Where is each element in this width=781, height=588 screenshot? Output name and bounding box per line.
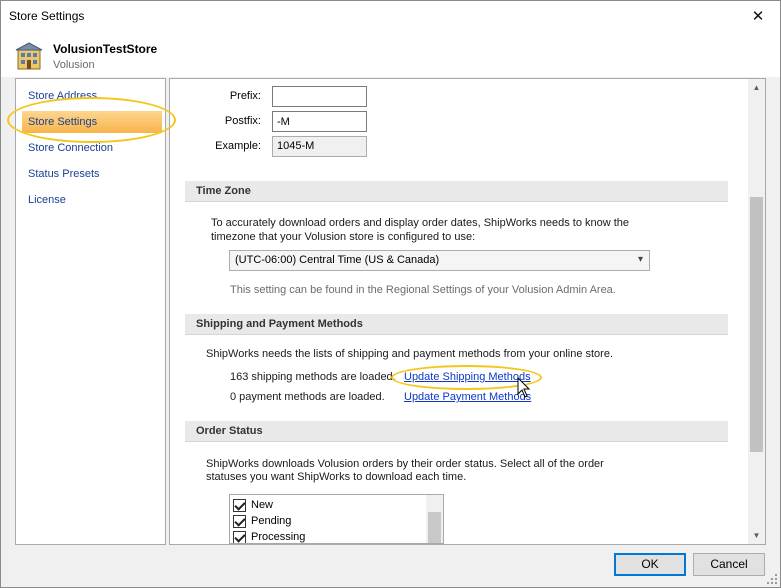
scroll-down-icon[interactable]: ▼ — [748, 527, 765, 544]
window-title: Store Settings — [9, 9, 85, 23]
store-header: VolusionTestStore Volusion — [1, 31, 780, 77]
chevron-down-icon: ▾ — [637, 254, 643, 265]
list-item[interactable]: New — [233, 497, 273, 513]
cancel-button[interactable]: Cancel — [693, 553, 765, 576]
sidebar-item-store-address[interactable]: Store Address — [22, 85, 162, 107]
store-building-icon — [15, 42, 43, 70]
close-button[interactable]: ✕ — [736, 1, 780, 31]
payment-methods-status: 0 payment methods are loaded. — [230, 391, 385, 403]
prefix-input[interactable] — [272, 86, 367, 107]
status-label: Processing — [251, 531, 306, 543]
shipping-payment-description: ShipWorks needs the lists of shipping an… — [206, 348, 614, 360]
sidebar-item-store-connection[interactable]: Store Connection — [22, 137, 162, 159]
postfix-input[interactable] — [272, 111, 367, 132]
sidebar-item-store-settings[interactable]: Store Settings — [22, 111, 162, 133]
store-platform: Volusion — [53, 59, 95, 71]
time-zone-hint: This setting can be found in the Regiona… — [230, 284, 616, 296]
order-status-header: Order Status — [185, 421, 728, 442]
status-label: New — [251, 499, 274, 511]
status-checkbox[interactable] — [233, 498, 246, 512]
status-label: Pending — [251, 515, 292, 527]
list-item[interactable]: Processing — [233, 529, 306, 543]
mouse-cursor-icon — [517, 377, 531, 398]
settings-sidebar: Store Address Store Settings Store Conne… — [15, 78, 166, 545]
close-icon: ✕ — [751, 8, 765, 25]
time-zone-description-line2: timezone that your Volusion store is con… — [211, 231, 476, 243]
prefix-label: Prefix: — [229, 90, 261, 102]
status-list-scrollbar[interactable] — [426, 495, 443, 543]
time-zone-description-line1: To accurately download orders and displa… — [211, 217, 630, 229]
status-checkbox[interactable] — [233, 514, 246, 528]
status-checkbox[interactable] — [233, 530, 246, 543]
order-status-description-line1: ShipWorks downloads Volusion orders by t… — [206, 458, 604, 470]
list-item[interactable]: Pending — [233, 513, 291, 529]
example-value: 1045-M — [272, 136, 367, 157]
example-label: Example: — [215, 140, 261, 152]
time-zone-select[interactable]: (UTC-06:00) Central Time (US & Canada) ▾ — [229, 250, 650, 271]
shipping-payment-header: Shipping and Payment Methods — [185, 314, 728, 335]
sidebar-item-license[interactable]: License — [22, 189, 162, 211]
content-scroll-thumb[interactable] — [750, 197, 763, 452]
status-list-scroll-thumb[interactable] — [428, 512, 441, 543]
update-payment-methods-link[interactable]: Update Payment Methods — [404, 391, 531, 403]
title-bar: Store Settings ✕ — [1, 1, 780, 31]
postfix-label: Postfix: — [224, 115, 261, 127]
order-status-description-line2: statuses you want ShipWorks to download … — [206, 471, 467, 483]
ok-button[interactable]: OK — [614, 553, 686, 576]
store-name: VolusionTestStore — [53, 42, 158, 56]
time-zone-selected-value: (UTC-06:00) Central Time (US & Canada) — [235, 254, 440, 266]
order-status-list: New Pending Processing — [229, 494, 444, 544]
store-settings-window: Store Settings ✕ VolusionTestStore Volus… — [0, 0, 781, 588]
time-zone-header: Time Zone — [185, 181, 728, 202]
content-scrollbar[interactable]: ▲ ▼ — [748, 79, 765, 544]
update-shipping-methods-link[interactable]: Update Shipping Methods — [404, 371, 531, 383]
scroll-up-icon[interactable]: ▲ — [748, 79, 765, 96]
sidebar-item-status-presets[interactable]: Status Presets — [22, 163, 162, 185]
shipping-methods-status: 163 shipping methods are loaded. — [230, 371, 396, 383]
resize-grip-icon[interactable] — [766, 573, 778, 585]
